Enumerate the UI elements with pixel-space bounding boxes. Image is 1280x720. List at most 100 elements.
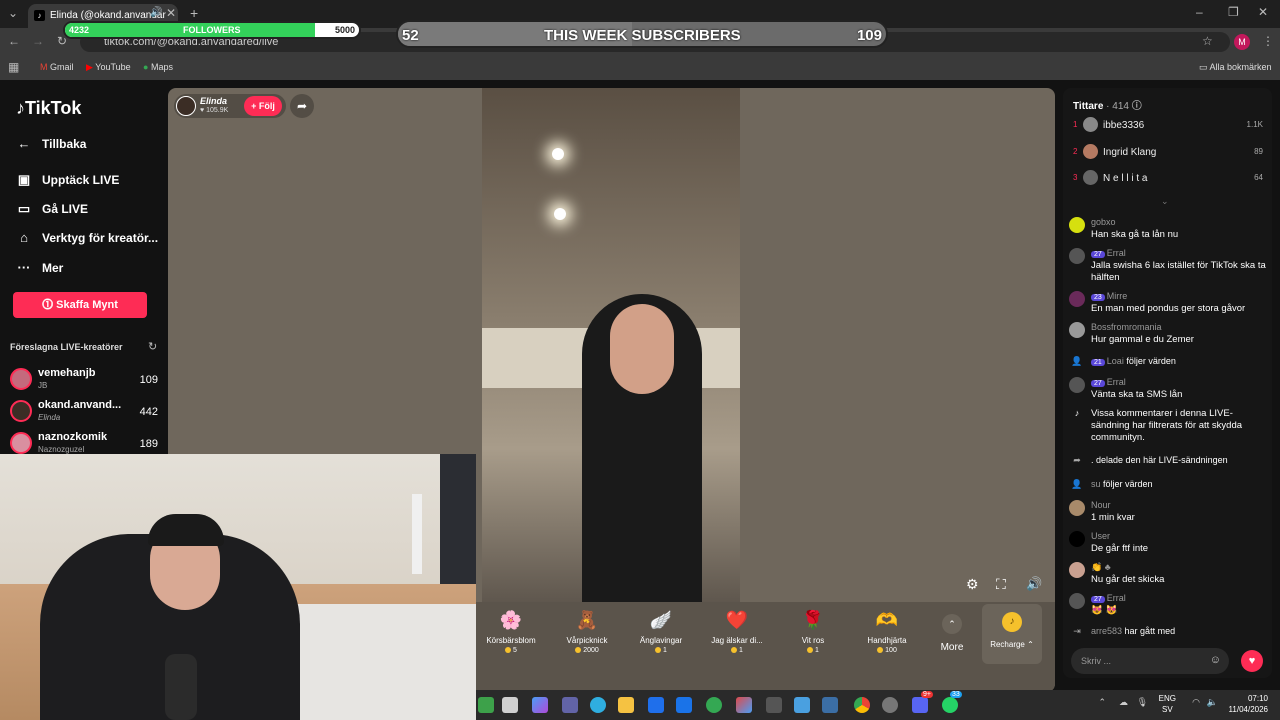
angel-wings-icon: 🪽 [649,610,673,630]
windows-taskbar: 9+ 33 ⌃ ☁ 🎙 ENG SV ◠ 🔈 07:10 11/04/2026 [476,690,1280,720]
follow-button[interactable]: + Följ [244,96,282,116]
creator-item[interactable]: okand.anvand... Elinda 442 [10,398,160,426]
viewers-header[interactable]: Tittare · 414 ⓘ [1073,97,1142,112]
calendar-live-icon: ▣ [17,172,31,187]
tab-close-icon[interactable]: ✕ [166,6,176,20]
followers-current: 4232 [69,25,90,35]
chrome-icon[interactable] [854,697,870,713]
avatar [1069,593,1085,609]
system-clock[interactable]: 07:10 11/04/2026 [1229,693,1268,715]
new-tab-icon[interactable]: + [190,5,198,21]
gift-item[interactable]: 🧸 Vårpicknick 2000 [552,608,622,654]
nav-discover-live[interactable]: ▣ Upptäck LIVE [16,172,120,188]
gift-item[interactable]: 🪽 Änglavingar 1 [626,608,696,654]
expand-chevron-icon[interactable]: ⌄ [1161,196,1169,207]
creator-item[interactable]: vemehanjb JB 109 [10,366,160,394]
house-icon: ⌂ [20,230,28,245]
gift-item[interactable]: 🌸 Körsbärsblom 5 [476,608,546,654]
cherry-blossom-icon: 🌸 [499,610,523,630]
tiktok-logo[interactable]: ♪TikTok [16,98,81,119]
forward-arrow-icon[interactable]: → [32,34,44,48]
live-video[interactable] [482,88,740,604]
speaker-icon[interactable]: 🔈 [1207,697,1218,708]
edge-icon[interactable] [590,697,606,713]
top-viewer-row[interactable]: 3 N e l l i t a 64 [1073,170,1263,188]
mail-icon[interactable] [676,697,692,713]
fullscreen-icon[interactable]: ⛶ [996,576,1006,593]
avatar [1069,377,1085,393]
microphone-icon[interactable]: 🎙 [1137,697,1148,708]
bookmark-youtube[interactable]: ▶ YouTube [86,62,131,73]
share-icon[interactable]: ➦ [290,94,314,118]
wifi-icon[interactable]: ◠ [1192,697,1200,708]
photos-icon[interactable] [794,697,810,713]
m365-icon[interactable] [736,697,752,713]
whatsapp-icon[interactable]: 33 [942,691,962,713]
subscribers-goal-bar: 52 THIS WEEK SUBSCRIBERS 109 [396,20,888,48]
heart-icon: ♥ [200,107,205,114]
back-link[interactable]: ← Tillbaka [16,136,87,151]
avatar [1069,322,1085,338]
maximize-icon[interactable]: ❐ [1228,5,1239,19]
recharge-button[interactable]: ♪ Recharge ⌃ [982,604,1042,664]
cam-microphone [165,654,197,720]
teams-icon[interactable] [562,697,578,713]
obs-icon[interactable] [882,697,898,713]
top-viewer-row[interactable]: 2 Ingrid Klang 89 [1073,144,1263,162]
gift-item[interactable]: ❤️ Jag älskar di... 1 [702,608,772,654]
picnic-bear-icon: 🧸 [575,610,599,630]
refresh-icon[interactable]: ↻ [148,340,157,353]
app-icon[interactable] [478,697,494,713]
emoji-icon[interactable]: ☺ [1210,654,1221,666]
app-icon[interactable] [822,697,838,713]
language-indicator[interactable]: ENG SV [1159,693,1176,715]
more-gifts-button[interactable]: ⌃ More [934,614,970,653]
tab-list-icon[interactable]: ⌄ [8,6,18,20]
user-icon: 👤 [1071,356,1083,366]
coin-icon: ⓵ [42,299,54,311]
back-arrow-icon[interactable]: ← [8,34,20,48]
subscribers-goal: 109 [856,27,882,44]
copilot-icon[interactable] [532,697,548,713]
nav-creator-tools[interactable]: ⌂ Verktyg för kreatör... [16,230,158,245]
gift-item[interactable]: 🫶 Handhjärta 100 [852,608,922,654]
store-icon[interactable] [648,697,664,713]
bookmark-maps[interactable]: ● Maps [143,62,173,72]
minimize-icon[interactable]: – [1196,5,1203,19]
profile-avatar[interactable]: M [1234,34,1250,50]
discord-icon[interactable]: 9+ [912,691,933,713]
browser-menu-icon[interactable]: ⋮ [1262,34,1274,48]
nav-go-live[interactable]: ▭ Gå LIVE [16,201,88,217]
followers-goal: 5000 [334,25,355,35]
gift-item[interactable]: 🌹 Vit ros 1 [778,608,848,654]
avatar [10,368,32,390]
all-bookmarks[interactable]: ▭ Alla bokmärken [1199,62,1272,73]
tray-chevron-icon[interactable]: ⌃ [1098,697,1106,708]
file-explorer-icon[interactable] [618,697,634,713]
apps-grid-icon[interactable]: ▦ [8,60,19,74]
get-coins-button[interactable]: ⓵ Skaffa Mynt [13,292,147,318]
network-drive-icon[interactable]: ☁ [1119,697,1128,708]
window-close-icon[interactable]: ✕ [1258,5,1268,19]
top-viewer-row[interactable]: 1 ibbe3336 1.1K [1073,117,1263,135]
avatar [1083,117,1098,132]
bookmark-gmail[interactable]: M Gmail [40,62,74,72]
like-heart-icon[interactable]: ♥ [1241,650,1263,672]
shield-icon[interactable] [706,697,722,713]
coin-icon: ♪ [1002,612,1022,632]
user-icon: 👤 [1071,479,1083,489]
rose-icon: 🌹 [801,610,825,630]
hand-heart-icon: 🫶 [875,610,899,630]
settings-gear-icon[interactable]: ⚙ [966,576,979,593]
bookmark-star-icon[interactable]: ☆ [1202,34,1213,48]
followers-goal-bar: 4232 FOLLOWERS 5000 [63,21,361,39]
share-icon: ➦ [1073,455,1081,465]
volume-icon[interactable]: 🔊 [1026,576,1042,592]
host-avatar[interactable] [176,96,196,116]
task-view-icon[interactable] [502,697,518,713]
nav-more[interactable]: ··· Mer [16,260,64,275]
cube-icon[interactable] [766,697,782,713]
followers-label: FOLLOWERS [183,25,241,35]
chat-input[interactable]: Skriv ... ☺ [1071,648,1229,674]
tab-audio-icon[interactable]: 🔊 [150,7,162,18]
